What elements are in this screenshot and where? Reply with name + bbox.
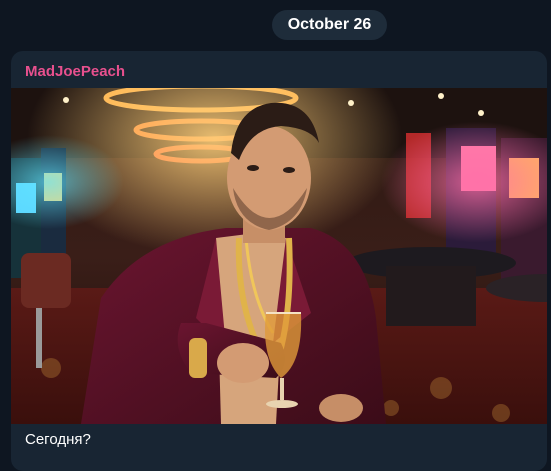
message-caption: Сегодня?	[25, 431, 91, 448]
casino-portrait-photo-icon	[11, 88, 547, 424]
date-separator: October 26	[272, 10, 387, 40]
message-photo[interactable]	[11, 88, 547, 424]
sender-name[interactable]: MadJoePeach	[25, 63, 125, 80]
message-bubble[interactable]: MadJoePeach Сегодня?	[11, 51, 547, 471]
